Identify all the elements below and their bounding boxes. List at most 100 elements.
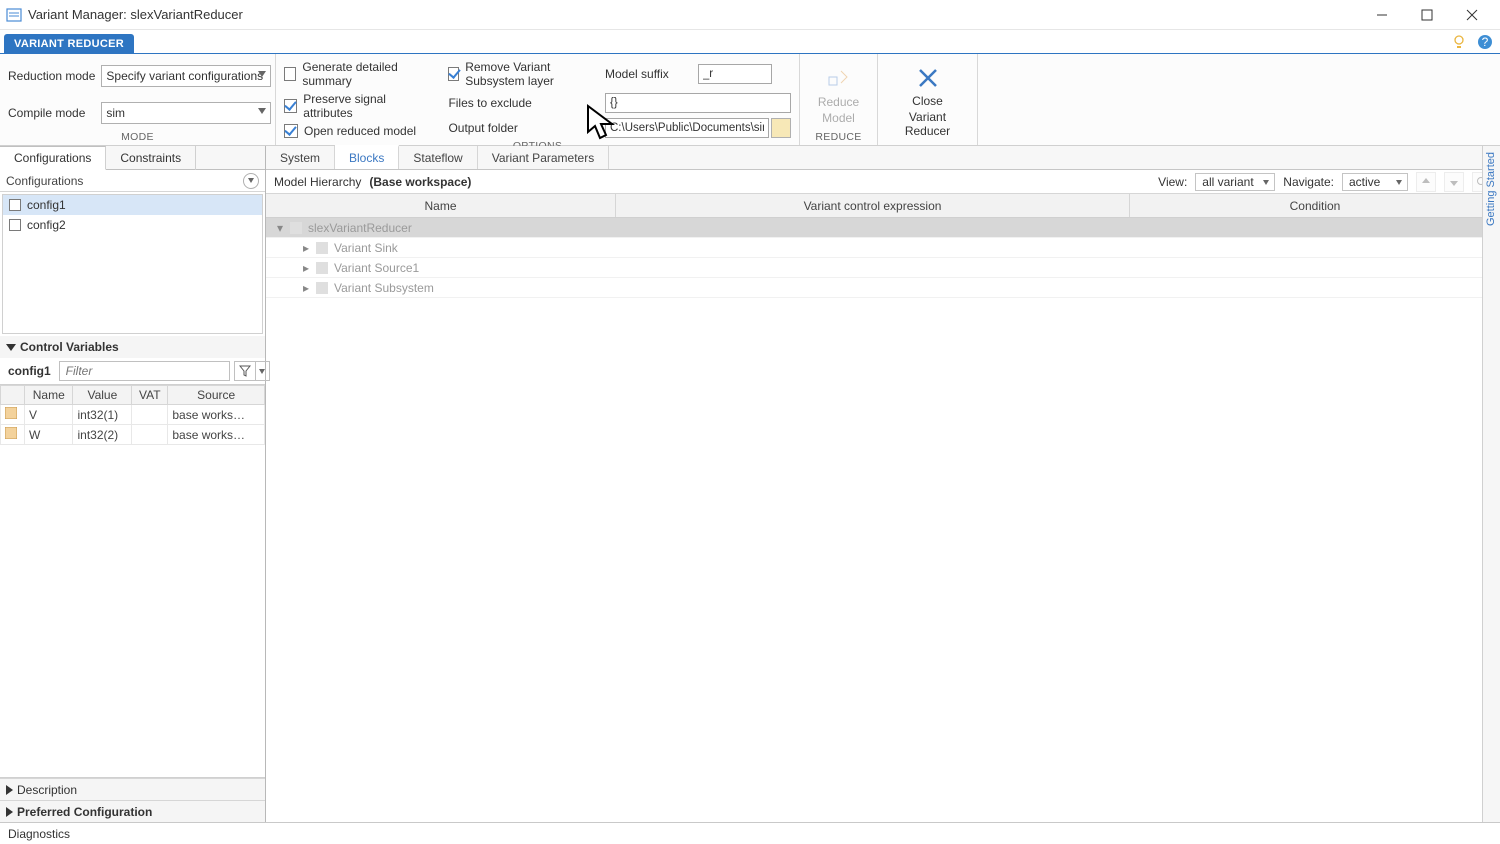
content-area: Configurations Constraints Configuration… <box>0 146 1500 822</box>
config-name: config2 <box>27 218 66 232</box>
col-name: Name <box>266 194 616 217</box>
minimize-button[interactable] <box>1359 1 1404 29</box>
control-variables-label: Control Variables <box>20 340 119 354</box>
browse-folder-icon[interactable] <box>771 118 791 138</box>
remove-layer-checkbox[interactable] <box>448 67 459 81</box>
tab-system[interactable]: System <box>266 146 335 169</box>
reduction-mode-value: Specify variant configurations <box>106 69 263 83</box>
preferred-config-header[interactable]: Preferred Configuration <box>0 800 265 822</box>
ribbon-tabstrip: VARIANT REDUCER ? <box>0 30 1500 54</box>
help-icon[interactable]: ? <box>1474 31 1496 53</box>
tab-constraints[interactable]: Constraints <box>106 146 196 170</box>
description-label: Description <box>17 783 77 797</box>
ribbon-group-close: Close Variant Reducer CLOSE <box>878 54 978 145</box>
output-folder-input[interactable] <box>605 118 769 138</box>
status-text: Diagnostics <box>8 827 70 841</box>
block-icon <box>316 262 328 274</box>
preserve-attrs-checkbox[interactable] <box>284 99 297 113</box>
right-dock: Getting Started <box>1482 146 1500 822</box>
tree-node-name: slexVariantReducer <box>308 221 412 235</box>
nav-up-icon[interactable] <box>1416 172 1436 192</box>
col-vat: VAT <box>132 386 168 405</box>
nav-down-icon[interactable] <box>1444 172 1464 192</box>
tab-variant-parameters[interactable]: Variant Parameters <box>478 146 610 169</box>
files-exclude-input[interactable] <box>605 93 791 113</box>
config-checkbox[interactable] <box>9 199 21 211</box>
cv-filter-input[interactable] <box>59 361 230 381</box>
lightbulb-icon[interactable] <box>1448 31 1470 53</box>
col-expr: Variant control expression <box>616 194 1130 217</box>
tree-header: Name Variant control expression Conditio… <box>266 194 1500 218</box>
view-select[interactable]: all variant <box>1195 173 1275 191</box>
tab-configurations[interactable]: Configurations <box>0 146 106 170</box>
reduce-model-button: Reduce Model <box>808 60 869 129</box>
cv-vat <box>132 405 168 425</box>
configurations-options-icon[interactable] <box>243 173 259 189</box>
variable-icon <box>5 427 17 439</box>
close-label-1: Close <box>912 94 943 108</box>
navigate-select[interactable]: active <box>1342 173 1408 191</box>
block-icon <box>316 282 328 294</box>
ribbon-group-reduce: Reduce Model REDUCE <box>800 54 878 145</box>
open-reduced-checkbox[interactable] <box>284 124 298 138</box>
status-bar[interactable]: Diagnostics <box>0 822 1500 844</box>
control-variables-toolbar: config1 <box>0 358 265 384</box>
cv-vat <box>132 425 168 445</box>
chevron-down-icon[interactable]: ▾ <box>274 221 286 235</box>
ribbon: Reduction mode Specify variant configura… <box>0 54 1500 146</box>
cv-name: W <box>25 425 73 445</box>
chevron-right-icon[interactable]: ▸ <box>300 241 312 255</box>
close-label-2: Variant Reducer <box>894 110 962 138</box>
close-button[interactable] <box>1449 1 1494 29</box>
output-folder-label: Output folder <box>448 121 595 135</box>
config-checkbox[interactable] <box>9 219 21 231</box>
reduction-mode-select[interactable]: Specify variant configurations <box>101 65 271 87</box>
model-suffix-input[interactable] <box>698 64 772 84</box>
description-header[interactable]: Description <box>0 778 265 800</box>
chevron-right-icon[interactable]: ▸ <box>300 261 312 275</box>
tree-row[interactable]: ▸Variant Source1 <box>266 258 1500 278</box>
group-reduce-label: REDUCE <box>808 131 869 143</box>
tree-node-name: Variant Sink <box>334 241 398 255</box>
col-source: Source <box>168 386 265 405</box>
cv-value: int32(2) <box>73 425 132 445</box>
control-variables-header[interactable]: Control Variables <box>0 336 265 358</box>
tree-row[interactable]: ▾ slexVariantReducer <box>266 218 1500 238</box>
active-config-name: config1 <box>4 364 55 378</box>
hierarchy-toolbar: Model Hierarchy (Base workspace) View: a… <box>266 170 1500 194</box>
main-tabs: System Blocks Stateflow Variant Paramete… <box>266 146 1500 170</box>
detailed-summary-label: Generate detailed summary <box>302 60 430 88</box>
left-pane: Configurations Constraints Configuration… <box>0 146 266 822</box>
cv-source: base works… <box>168 405 265 425</box>
files-exclude-label: Files to exclude <box>448 96 595 110</box>
view-label: View: <box>1158 175 1187 189</box>
control-variables-table: Name Value VAT Source V int32(1) base wo… <box>0 384 265 778</box>
table-row[interactable]: W int32(2) base works… <box>1 425 265 445</box>
detailed-summary-checkbox[interactable] <box>284 67 296 81</box>
chevron-right-icon[interactable]: ▸ <box>300 281 312 295</box>
compile-mode-value: sim <box>106 106 125 120</box>
left-tabs: Configurations Constraints <box>0 146 265 170</box>
tree-row[interactable]: ▸ Variant Sink <box>266 238 1500 258</box>
group-mode-label: MODE <box>8 131 267 143</box>
titlebar: Variant Manager: slexVariantReducer <box>0 0 1500 30</box>
model-suffix-label: Model suffix <box>605 67 688 81</box>
funnel-icon[interactable] <box>234 361 256 381</box>
list-item[interactable]: config1 <box>3 195 262 215</box>
close-reducer-button[interactable]: Close Variant Reducer <box>892 60 964 142</box>
close-reducer-icon <box>914 64 942 92</box>
list-item[interactable]: config2 <box>3 215 262 235</box>
model-hierarchy-tree: ▾ slexVariantReducer ▸ Variant Sink ▸Varia… <box>266 218 1500 822</box>
tree-row[interactable]: ▸Variant Subsystem <box>266 278 1500 298</box>
table-row[interactable]: V int32(1) base works… <box>1 405 265 425</box>
compile-mode-select[interactable]: sim <box>101 102 271 124</box>
tab-stateflow[interactable]: Stateflow <box>399 146 477 169</box>
configurations-list: config1 config2 <box>2 194 263 334</box>
reduction-mode-label: Reduction mode <box>8 69 95 83</box>
tab-variant-reducer[interactable]: VARIANT REDUCER <box>4 34 134 53</box>
ribbon-group-options: Generate detailed summary Preserve signa… <box>276 54 800 145</box>
compile-mode-label: Compile mode <box>8 106 95 120</box>
getting-started-tab[interactable]: Getting Started <box>1483 146 1499 232</box>
maximize-button[interactable] <box>1404 1 1449 29</box>
tab-blocks[interactable]: Blocks <box>335 145 399 169</box>
